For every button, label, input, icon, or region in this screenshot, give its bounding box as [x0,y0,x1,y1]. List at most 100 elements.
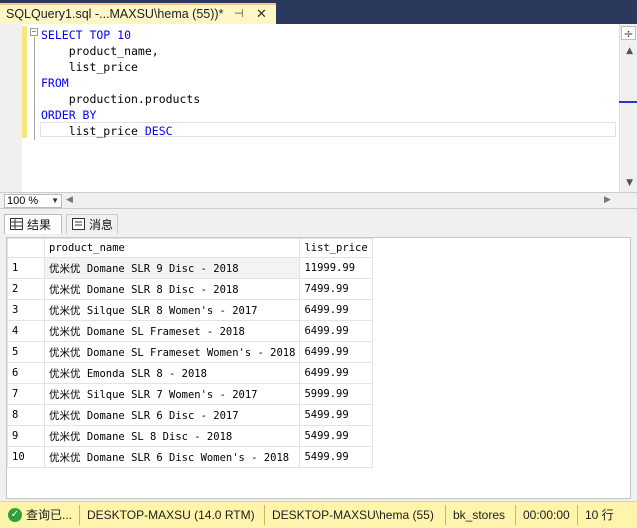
row-number-cell[interactable]: 3 [7,299,45,321]
table-row[interactable]: 1 优米优 Domane SLR 9 Disc - 2018 11999.99 [7,257,373,279]
sql-keyword: SELECT TOP 10 [41,28,132,42]
sql-text: product_name, [41,44,159,58]
table-row[interactable]: 9 优米优 Domane SL 8 Disc - 2018 5499.99 [7,425,373,447]
row-number-cell[interactable]: 10 [7,446,45,468]
collapse-icon[interactable]: − [30,28,38,36]
row-number-cell[interactable]: 8 [7,404,45,426]
status-divider [79,505,80,525]
editor-vertical-scrollbar[interactable]: ÷ ▲ ▼ [619,24,637,192]
table-row[interactable]: 10 优米优 Domane SLR 6 Disc Women's - 2018 54… [7,446,373,468]
scroll-marker [619,101,637,103]
scroll-left-icon[interactable]: ◀ [66,195,73,205]
row-number-header[interactable] [7,238,45,258]
code-line[interactable]: list_price [41,59,200,75]
status-rows: 10 行 [585,508,614,522]
row-number-cell[interactable]: 4 [7,320,45,342]
scroll-down-icon[interactable]: ▼ [626,178,633,188]
table-row[interactable]: 5 优米优 Domane SL Frameset Women's - 2018 64… [7,341,373,363]
status-user: DESKTOP-MAXSU\hema (55) [272,508,434,522]
message-icon [72,218,85,230]
code-line[interactable]: product_name, [41,43,200,59]
sql-text: list_price [41,124,145,138]
close-icon[interactable]: ✕ [256,5,267,23]
table-row[interactable]: 4 优米优 Domane SL Frameset - 2018 6499.99 [7,320,373,342]
list-price-cell[interactable]: 5499.99 [299,404,373,426]
tab-results-label: 结果 [27,218,52,232]
header-row: product_name list_price [7,238,373,258]
column-header[interactable]: product_name [43,238,301,258]
product-name-cell[interactable]: 优米优 Domane SL Frameset Women's - 2018 [43,341,301,363]
table-row[interactable]: 8 优米优 Domane SLR 6 Disc - 2017 5499.99 [7,404,373,426]
list-price-cell[interactable]: 7499.99 [299,278,373,300]
sql-text: production.products [41,92,201,106]
code-line[interactable]: production.products [41,91,201,107]
list-price-cell[interactable]: 5499.99 [299,425,373,447]
list-price-cell[interactable]: 5999.99 [299,383,373,405]
status-server: DESKTOP-MAXSU (14.0 RTM) [87,508,255,522]
editor-gutter [0,24,22,192]
row-number-cell[interactable]: 9 [7,425,45,447]
status-database: bk_stores [453,508,506,522]
query-editor[interactable]: − SELECT TOP 10 product_name, list_price… [0,24,637,192]
sql-keyword: DESC [144,124,173,138]
tab-messages[interactable]: 消息 [66,214,118,234]
table-row[interactable]: 3 优米优 Silque SLR 8 Women's - 2017 6499.99 [7,299,373,321]
table-row[interactable]: 7 优米优 Silque SLR 7 Women's - 2017 5999.99 [7,383,373,405]
change-tracking-bar [22,26,27,138]
product-name-cell[interactable]: 优米优 Domane SLR 6 Disc Women's - 2018 [43,446,301,468]
list-price-cell[interactable]: 6499.99 [299,320,373,342]
status-divider [577,505,578,525]
product-name-cell[interactable]: 优米优 Silque SLR 8 Women's - 2017 [43,299,301,321]
chevron-down-icon: ▼ [51,196,59,205]
row-number-cell[interactable]: 6 [7,362,45,384]
row-number-cell[interactable]: 1 [7,257,45,279]
sql-keyword: ORDER BY [41,108,97,122]
row-number-cell[interactable]: 2 [7,278,45,300]
status-elapsed: 00:00:00 [523,508,570,522]
product-name-cell[interactable]: 优米优 Domane SLR 8 Disc - 2018 [43,278,301,300]
scroll-right-icon[interactable]: ▶ [604,195,611,205]
table-row[interactable]: 6 优米优 Emonda SLR 8 - 2018 6499.99 [7,362,373,384]
status-divider [515,505,516,525]
product-name-cell[interactable]: 优米优 Silque SLR 7 Women's - 2017 [43,383,301,405]
zoom-select[interactable]: 100 % ▼ [4,194,62,208]
sql-text: list_price [41,60,138,74]
sql-keyword: FROM [41,76,69,90]
product-name-cell[interactable]: 优米优 Domane SL Frameset - 2018 [43,320,301,342]
code-line[interactable]: list_price DESC [41,123,200,139]
column-header[interactable]: list_price [299,238,373,258]
table-row[interactable]: 2 优米优 Domane SLR 8 Disc - 2018 7499.99 [7,278,373,300]
split-icon[interactable]: ÷ [621,26,636,41]
code-line[interactable]: SELECT TOP 10 [41,27,200,43]
grid-icon [10,218,23,230]
list-price-cell[interactable]: 11999.99 [299,257,373,279]
status-bar: ✓ 查询已... DESKTOP-MAXSU (14.0 RTM) DESKTO… [0,501,637,528]
list-price-cell[interactable]: 6499.99 [299,341,373,363]
product-name-cell[interactable]: 优米优 Emonda SLR 8 - 2018 [43,362,301,384]
pin-icon[interactable]: ⊣ [234,5,244,23]
results-grid[interactable]: product_name list_price 1 优米优 Domane SLR … [6,237,631,499]
outline-line [34,37,35,140]
document-tab-strip: SQLQuery1.sql -...MAXSU\hema (55))* ⊣ ✕ [0,0,637,24]
sql-code[interactable]: SELECT TOP 10 product_name, list_price FR… [41,27,200,139]
tab-results[interactable]: 结果 [4,214,62,234]
status-state: 查询已... [26,508,73,522]
scroll-up-icon[interactable]: ▲ [626,46,633,56]
code-line[interactable]: ORDER BY [41,107,200,123]
product-name-cell[interactable]: 优米优 Domane SLR 9 Disc - 2018 [43,257,301,279]
product-name-cell[interactable]: 优米优 Domane SL 8 Disc - 2018 [43,425,301,447]
zoom-value: 100 % [7,195,39,207]
product-name-cell[interactable]: 优米优 Domane SLR 6 Disc - 2017 [43,404,301,426]
query-document-tab[interactable]: SQLQuery1.sql -...MAXSU\hema (55))* ⊣ ✕ [0,3,276,24]
row-number-cell[interactable]: 7 [7,383,45,405]
row-number-cell[interactable]: 5 [7,341,45,363]
status-divider [264,505,265,525]
tab-title: SQLQuery1.sql -...MAXSU\hema (55))* [6,7,224,21]
status-divider [445,505,446,525]
list-price-cell[interactable]: 6499.99 [299,299,373,321]
code-line[interactable]: FROM [41,75,200,91]
list-price-cell[interactable]: 5499.99 [299,446,373,468]
results-pane: 结果 消息 product_name list_price 1 优米优 Doman… [0,209,637,501]
list-price-cell[interactable]: 6499.99 [299,362,373,384]
editor-zoom-bar: 100 % ▼ ◀ ▶ [0,192,637,209]
